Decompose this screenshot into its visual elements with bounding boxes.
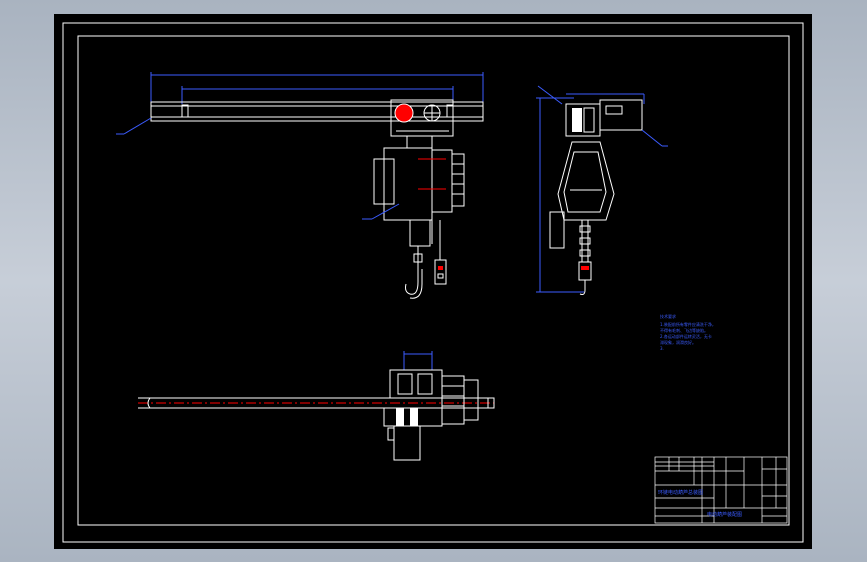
front-view: [116, 72, 484, 299]
top-view: [138, 351, 495, 461]
drawing-name: 环链电动葫芦总装图: [658, 490, 704, 496]
tech-note-line: 2.各运动部件运转灵活，无卡: [660, 334, 712, 339]
tech-notes-heading: 技术要求: [660, 314, 676, 319]
outer-border: [62, 22, 804, 543]
side-view: [536, 85, 668, 295]
tech-note-line: 3.: [660, 346, 664, 351]
tech-note-line: 1.装配前所有零件应清洗干净，: [660, 322, 716, 327]
cad-viewport[interactable]: 技术要求 1.装配前所有零件应清洗干净， 不得有毛刺、飞边等缺陷。 2.各运动部…: [54, 14, 812, 549]
drawing-name-lower: 电动葫芦装配图: [707, 512, 743, 518]
inner-border: [77, 35, 790, 526]
cad-drawing: [62, 22, 804, 543]
tech-note-line: 不得有毛刺、飞边等缺陷。: [660, 328, 708, 333]
tech-note-line: 滞现象，润滑良好。: [660, 340, 696, 345]
